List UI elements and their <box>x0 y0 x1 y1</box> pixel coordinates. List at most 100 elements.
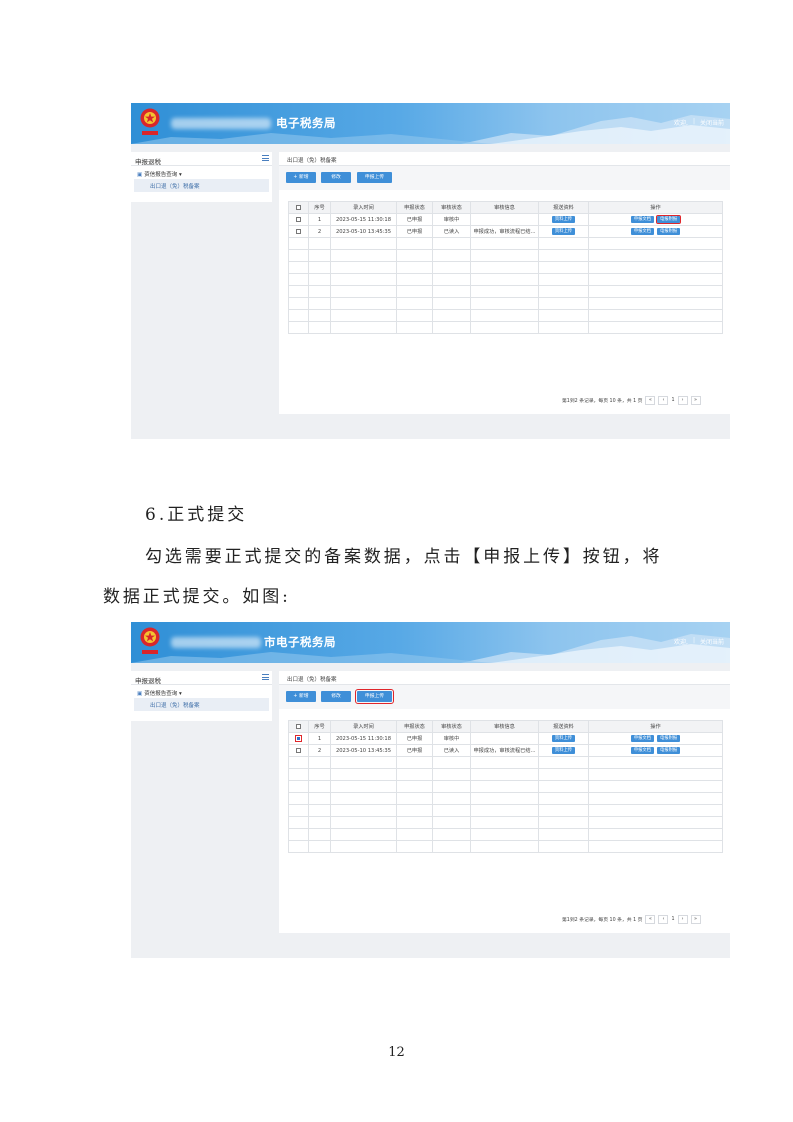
sidebar-item-filing[interactable]: 出口退（免）税备案 <box>134 179 269 192</box>
cell-no: 2 <box>308 744 331 757</box>
table-row[interactable]: 1 2023-05-15 11:30:18 已申报 审核中 资料上传 申报文档电… <box>288 213 723 226</box>
cell-audit-info <box>470 732 539 745</box>
declare-upload-button[interactable]: 申报上传 <box>355 689 394 704</box>
add-button[interactable]: + 新增 <box>286 172 316 183</box>
col-header: 报送资料 <box>538 201 589 214</box>
instruction-paragraph-continued: 数据正式提交。如图: <box>103 587 291 607</box>
breadcrumb: 出口退（免）税备案 <box>279 152 730 166</box>
first-page-button[interactable]: « <box>645 396 656 405</box>
section-heading: 6.正式提交 <box>145 505 248 525</box>
last-page-button[interactable]: » <box>690 915 701 924</box>
menu-toggle-icon[interactable] <box>262 674 269 680</box>
checkbox[interactable] <box>296 723 301 729</box>
cell-declare-status: 已申报 <box>396 732 433 745</box>
report-attach-button[interactable]: 电报附报 <box>655 214 682 225</box>
next-page-button[interactable]: › <box>677 396 688 405</box>
blurred-region-name <box>171 118 271 129</box>
empty-row <box>288 249 723 262</box>
close-current-link[interactable]: 关闭当前 <box>700 118 724 127</box>
report-attach-button[interactable]: 电报附报 <box>657 735 681 742</box>
prev-page-button[interactable]: ‹ <box>658 396 669 405</box>
empty-row <box>288 804 723 817</box>
col-header: 申报状态 <box>396 201 433 214</box>
declare-doc-button[interactable]: 申报文档 <box>630 216 654 223</box>
sidebar-group-label: 资信报告查询 <box>144 172 178 178</box>
cell-audit-status: 已读入 <box>432 225 471 238</box>
main-panel: 出口退（免）税备案 + 新增 修改 申报上传 序号 录入时间 申报状态 审核状态… <box>279 671 730 933</box>
caret-down-icon: ▾ <box>178 691 182 697</box>
material-upload-button[interactable]: 资料上传 <box>551 735 576 742</box>
row-checkbox[interactable] <box>296 216 301 222</box>
last-page-button[interactable]: » <box>690 396 701 405</box>
material-upload-button[interactable]: 资料上传 <box>551 747 576 754</box>
declare-doc-button[interactable]: 申报文档 <box>630 228 654 235</box>
sidebar-group[interactable]: ▣ 资信报告查询 ▾ <box>131 685 272 698</box>
report-attach-button[interactable]: 电报附报 <box>657 228 681 235</box>
instruction-paragraph: 勾选需要正式提交的备案数据，点击【申报上传】按钮，将 <box>145 547 663 567</box>
close-current-link[interactable]: 关闭当前 <box>700 637 724 646</box>
header-links: 欢迎, | 关闭当前 <box>674 637 724 646</box>
sidebar: 申报退税 ▣ 资信报告查询 ▾ 出口退（免）税备案 <box>131 152 272 202</box>
row-checkbox[interactable] <box>296 228 301 234</box>
breadcrumb: 出口退（免）税备案 <box>279 671 730 685</box>
empty-row <box>288 285 723 298</box>
current-page: 1 <box>671 917 675 922</box>
sidebar-item-filing[interactable]: 出口退（免）税备案 <box>134 698 269 711</box>
toolbar: + 新增 修改 申报上传 <box>279 166 730 190</box>
prev-page-button[interactable]: ‹ <box>658 915 669 924</box>
table-row[interactable]: 2 2023-05-10 13:45:35 已申报 已读入 申报成功，审核流程已… <box>288 744 723 757</box>
filing-table: 序号 录入时间 申报状态 审核状态 审核信息 报送资料 操作 1 2023-05… <box>288 720 723 853</box>
pagination-summary: 第1到2 条记录，每页 10 条，共 1 页 <box>562 918 643 923</box>
cell-declare-status: 已申报 <box>396 213 433 226</box>
current-page: 1 <box>671 398 675 403</box>
national-emblem-icon <box>140 627 160 654</box>
welcome-text: 欢迎, <box>674 639 688 646</box>
col-header: 审核状态 <box>432 201 471 214</box>
first-page-button[interactable]: « <box>645 915 656 924</box>
header-links: 欢迎, | 关闭当前 <box>674 118 724 127</box>
col-header: 审核信息 <box>470 720 539 733</box>
site-title: 电子税务局 <box>276 116 336 130</box>
col-header: 申报状态 <box>396 720 433 733</box>
report-attach-button[interactable]: 电报附报 <box>657 747 681 754</box>
declare-doc-button[interactable]: 申报文档 <box>630 735 654 742</box>
sidebar-group[interactable]: ▣ 资信报告查询 ▾ <box>131 166 272 179</box>
material-upload-button[interactable]: 资料上传 <box>551 228 576 235</box>
table-row[interactable]: 1 2023-05-15 11:30:18 已申报 审核中 资料上传 申报文档电… <box>288 732 723 745</box>
declare-upload-button[interactable]: 申报上传 <box>357 172 392 183</box>
table-header-row: 序号 录入时间 申报状态 审核状态 审核信息 报送资料 操作 <box>288 201 723 214</box>
col-header: 审核状态 <box>432 720 471 733</box>
pagination-summary: 第1到2 条记录，每页 10 条，共 1 页 <box>562 399 643 404</box>
table-row[interactable]: 2 2023-05-10 13:45:35 已申报 已读入 申报成功，审核流程已… <box>288 225 723 238</box>
sidebar-header: 申报退税 <box>131 152 272 166</box>
pagination: 第1到2 条记录，每页 10 条，共 1 页 « ‹ 1 › » <box>562 915 701 924</box>
filing-table: 序号 录入时间 申报状态 审核状态 审核信息 报送资料 操作 1 2023-05… <box>288 201 723 334</box>
declare-doc-button[interactable]: 申报文档 <box>630 747 654 754</box>
edit-button[interactable]: 修改 <box>321 691 351 702</box>
site-title: 市电子税务局 <box>264 635 336 649</box>
sidebar-title: 申报退税 <box>135 158 161 166</box>
sidebar-group-label: 资信报告查询 <box>144 691 178 697</box>
cell-time: 2023-05-10 13:45:35 <box>330 225 397 238</box>
empty-row <box>288 261 723 274</box>
header-select-all[interactable] <box>288 201 309 214</box>
row-checkbox[interactable] <box>296 747 301 753</box>
cell-time: 2023-05-10 13:45:35 <box>330 744 397 757</box>
screenshot-1: 电子税务局 欢迎, | 关闭当前 申报退税 ▣ 资信报告查询 ▾ 出口退（免）税备… <box>131 103 730 439</box>
cell-audit-status: 已读入 <box>432 744 471 757</box>
row-checkbox-checked[interactable] <box>295 735 302 742</box>
add-button[interactable]: + 新增 <box>286 691 316 702</box>
empty-row <box>288 756 723 769</box>
cell-audit-info <box>470 213 539 226</box>
empty-row <box>288 309 723 322</box>
checkbox[interactable] <box>296 204 301 210</box>
edit-button[interactable]: 修改 <box>321 172 351 183</box>
menu-toggle-icon[interactable] <box>262 155 269 161</box>
header-select-all[interactable] <box>288 720 309 733</box>
header-separator: | <box>692 118 695 125</box>
col-header: 序号 <box>308 201 331 214</box>
material-upload-button[interactable]: 资料上传 <box>551 216 576 223</box>
next-page-button[interactable]: › <box>677 915 688 924</box>
blurred-region-name <box>171 637 261 648</box>
col-header: 审核信息 <box>470 201 539 214</box>
